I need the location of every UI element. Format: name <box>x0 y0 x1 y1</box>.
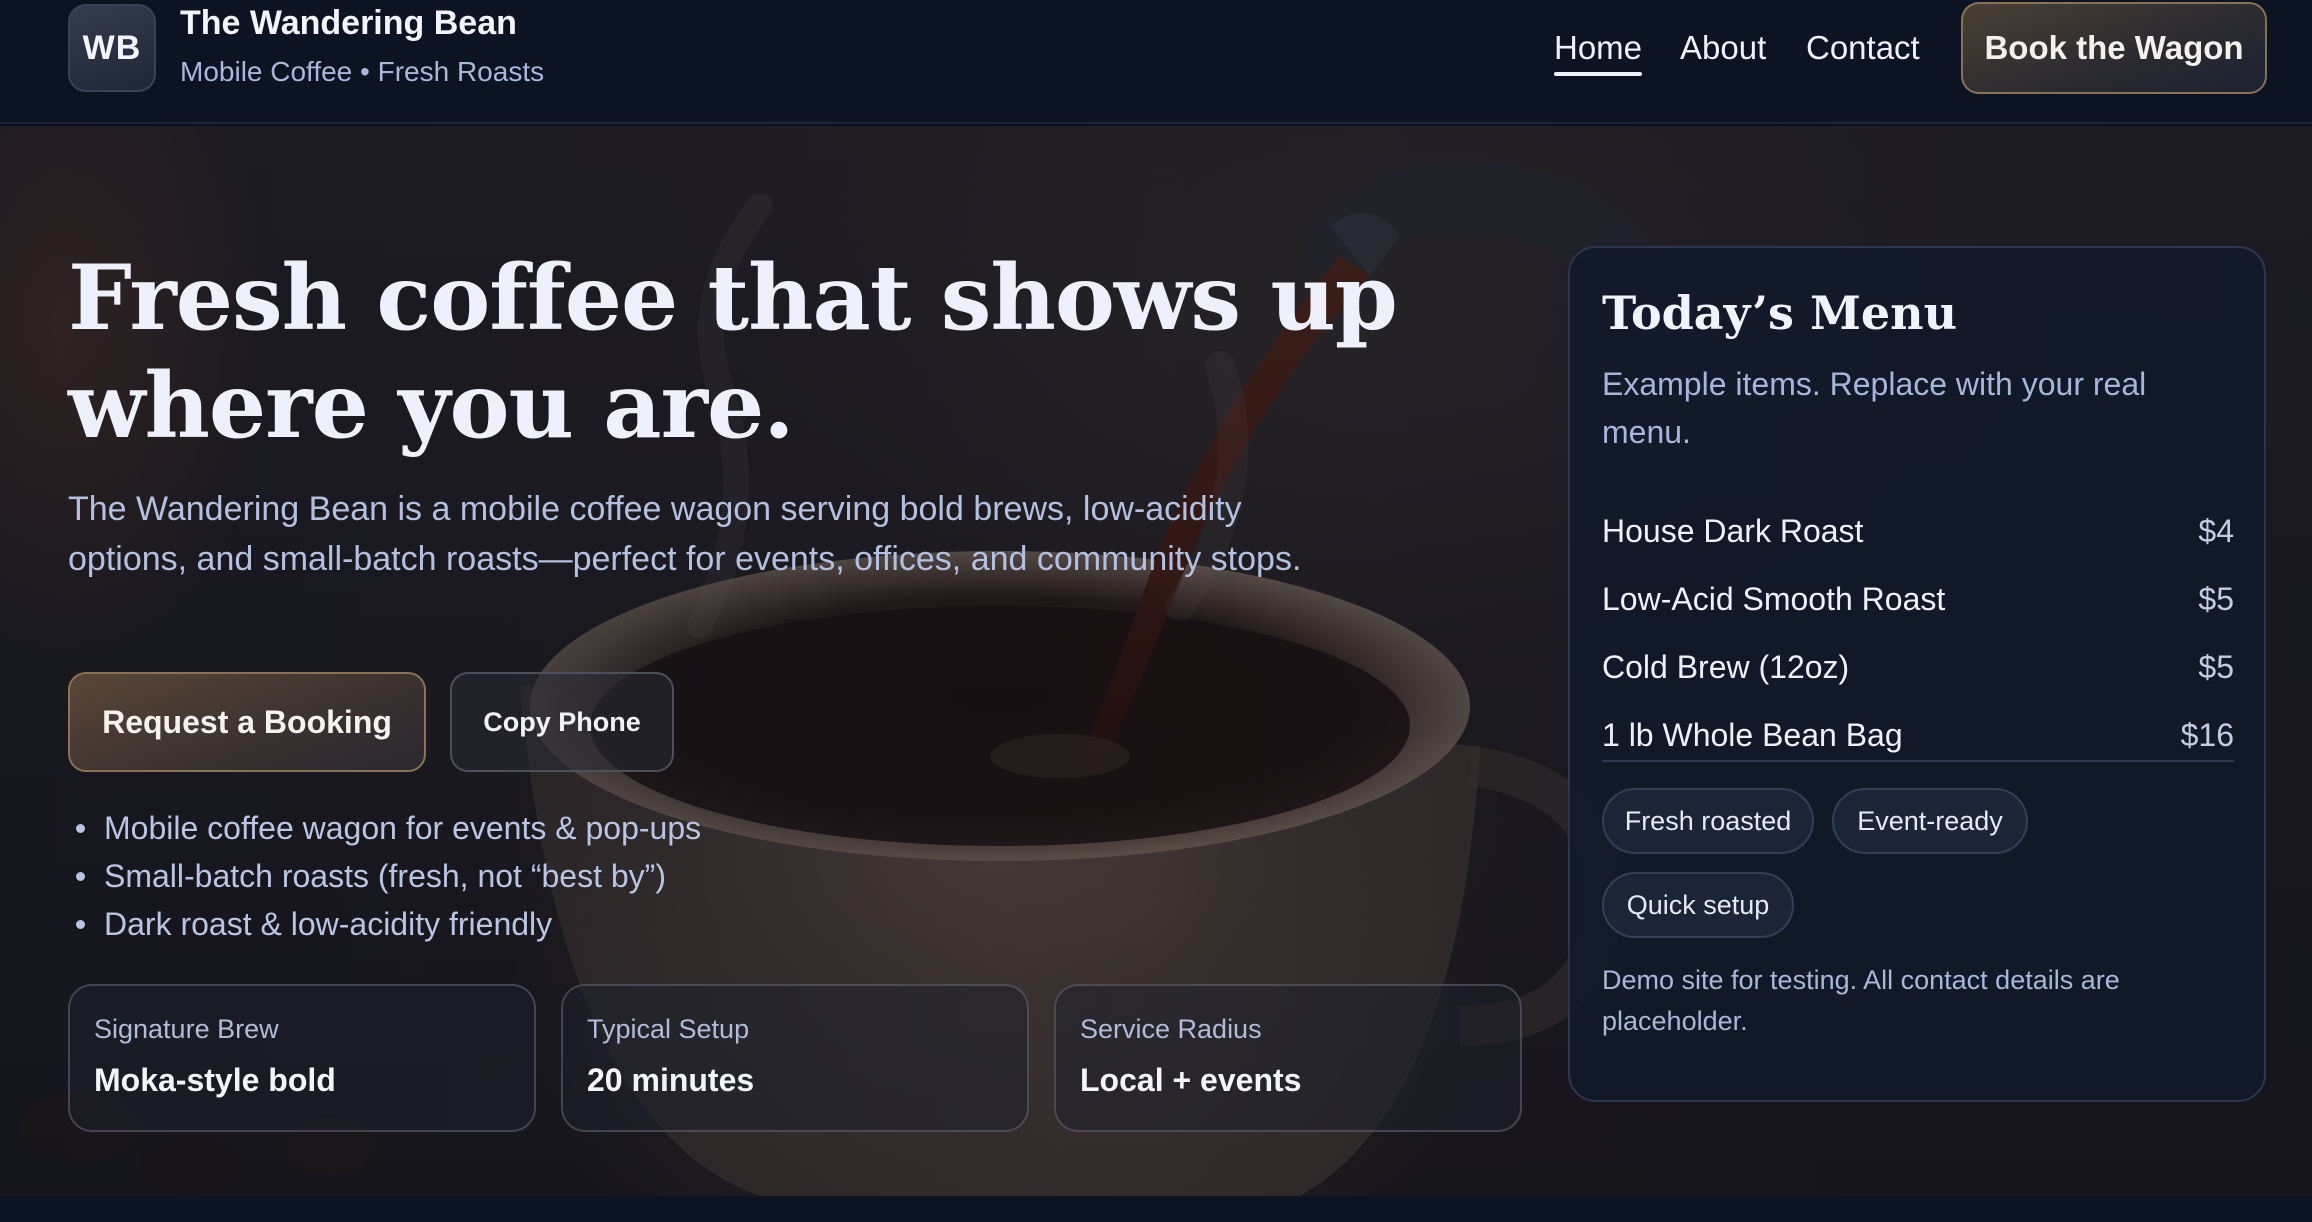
menu-subtitle: Example items. Replace with your real me… <box>1602 366 2147 450</box>
feature-list-item: Dark roast & low-acidity friendly <box>68 900 701 948</box>
bullet-dot-icon <box>76 824 85 833</box>
menu-item: Low-Acid Smooth Roast $5 <box>1602 574 2234 624</box>
menu-item-name: Low-Acid Smooth Roast <box>1602 580 1946 617</box>
brand-tagline: Mobile Coffee • Fresh Roasts <box>180 56 545 87</box>
hero-title: Fresh coffee that shows up where you are… <box>68 244 1508 460</box>
bullet-dot-icon <box>76 872 85 881</box>
nav-about-link[interactable]: About <box>1680 26 1766 70</box>
logo-badge[interactable]: WB <box>68 4 156 92</box>
tag-event-ready: Event-ready <box>1832 788 2028 854</box>
page-bottom-strip <box>0 1196 2312 1222</box>
menu-divider <box>1602 760 2234 762</box>
hero-description: The Wandering Bean is a mobile coffee wa… <box>68 490 1302 578</box>
menu-item-price: $16 <box>2180 716 2234 753</box>
feature-list-item: Mobile coffee wagon for events & pop-ups <box>68 804 701 852</box>
menu-item: 1 lb Whole Bean Bag $16 <box>1602 710 2234 760</box>
hero-title-line-2: where you are. <box>68 353 795 459</box>
nav-home-link[interactable]: Home <box>1554 26 1643 76</box>
book-the-wagon-button[interactable]: Book the Wagon <box>1961 2 2267 94</box>
menu-item-name: Cold Brew (12oz) <box>1602 648 1850 685</box>
feature-list-item: Small-batch roasts (fresh, not “best by”… <box>68 852 701 900</box>
nav-contact-link[interactable]: Contact <box>1806 26 1920 70</box>
stat-card-signature-brew: Signature Brew Moka-style bold <box>68 984 536 1132</box>
stat-label: Service Radius <box>1080 1014 1262 1044</box>
stat-card-typical-setup: Typical Setup 20 minutes <box>561 984 1029 1132</box>
stat-label: Signature Brew <box>94 1014 279 1044</box>
menu-note: Demo site for testing. All contact detai… <box>1602 965 2120 1036</box>
menu-item-price: $5 <box>2198 648 2234 685</box>
stat-label: Typical Setup <box>587 1014 750 1044</box>
feature-list: Mobile coffee wagon for events & pop-ups… <box>68 804 701 948</box>
bullet-dot-icon <box>76 920 85 929</box>
site-header: WB The Wandering Bean Mobile Coffee • Fr… <box>0 0 2312 124</box>
tag-quick-setup: Quick setup <box>1602 872 1794 938</box>
menu-item-price: $5 <box>2198 580 2234 617</box>
hero-title-line-1: Fresh coffee that shows up <box>68 245 1398 351</box>
tag-fresh-roasted: Fresh roasted <box>1602 788 1814 854</box>
menu-item: House Dark Roast $4 <box>1602 506 2234 556</box>
menu-item-price: $4 <box>2198 512 2234 549</box>
menu-item-name: 1 lb Whole Bean Bag <box>1602 716 1903 753</box>
stat-value: Moka-style bold <box>94 1062 336 1098</box>
request-booking-button[interactable]: Request a Booking <box>68 672 426 772</box>
copy-phone-button[interactable]: Copy Phone <box>450 672 674 772</box>
menu-item-name: House Dark Roast <box>1602 512 1864 549</box>
todays-menu-card: Today’s Menu Example items. Replace with… <box>1568 246 2266 1102</box>
menu-item: Cold Brew (12oz) $5 <box>1602 642 2234 692</box>
menu-title: Today’s Menu <box>1602 286 1958 340</box>
brand-name[interactable]: The Wandering Bean <box>180 4 517 43</box>
stat-card-service-radius: Service Radius Local + events <box>1054 984 1522 1132</box>
stat-value: Local + events <box>1080 1062 1302 1098</box>
stat-value: 20 minutes <box>587 1062 755 1098</box>
